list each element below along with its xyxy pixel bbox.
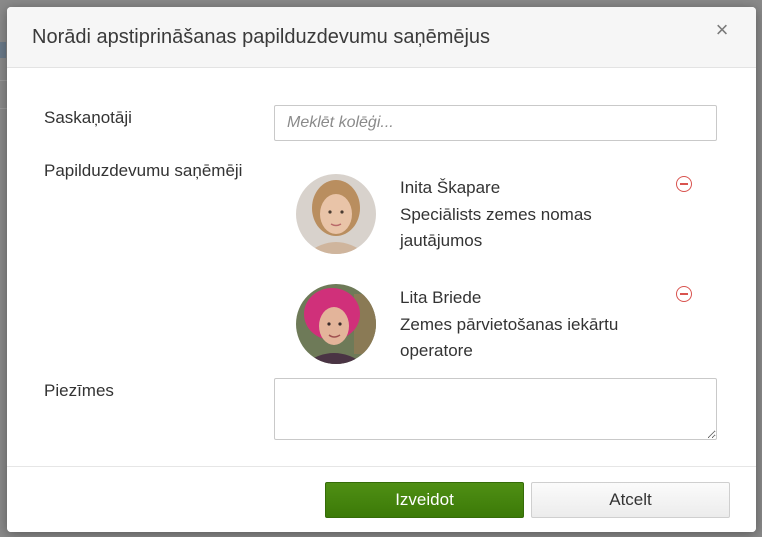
colleague-search-input[interactable] bbox=[274, 105, 717, 141]
remove-recipient-icon[interactable] bbox=[676, 286, 692, 302]
create-button[interactable]: Izveidot bbox=[325, 482, 524, 518]
dialog: Norādi apstiprināšanas papilduzdevumu sa… bbox=[7, 7, 756, 532]
recipients-label: Papilduzdevumu saņēmēji bbox=[44, 161, 243, 180]
cancel-button[interactable]: Atcelt bbox=[531, 482, 730, 518]
recipient-role: Speciālists zemes nomas jautājumos bbox=[400, 205, 592, 250]
background-link bbox=[0, 42, 6, 58]
recipient-role: Zemes pārvietošanas iekārtu operatore bbox=[400, 315, 619, 360]
approvers-label: Saskaņotāji bbox=[44, 108, 132, 127]
dialog-header: Norādi apstiprināšanas papilduzdevumu sa… bbox=[7, 7, 756, 68]
recipient-item: Inita Škapare Speciālists zemes nomas ja… bbox=[296, 174, 706, 258]
notes-label: Piezīmes bbox=[44, 381, 114, 400]
notes-textarea[interactable] bbox=[274, 378, 717, 440]
recipient-item: Lita Briede Zemes pārvietošanas iekārtu … bbox=[296, 284, 706, 368]
remove-recipient-icon[interactable] bbox=[676, 176, 692, 192]
close-icon[interactable]: × bbox=[712, 19, 732, 41]
avatar bbox=[296, 284, 376, 364]
recipient-name: Lita Briede bbox=[400, 288, 482, 307]
avatar bbox=[296, 174, 376, 254]
dialog-title: Norādi apstiprināšanas papilduzdevumu sa… bbox=[32, 26, 491, 48]
dialog-footer: Izveidot Atcelt bbox=[7, 466, 756, 532]
recipient-name: Inita Škapare bbox=[400, 178, 501, 197]
